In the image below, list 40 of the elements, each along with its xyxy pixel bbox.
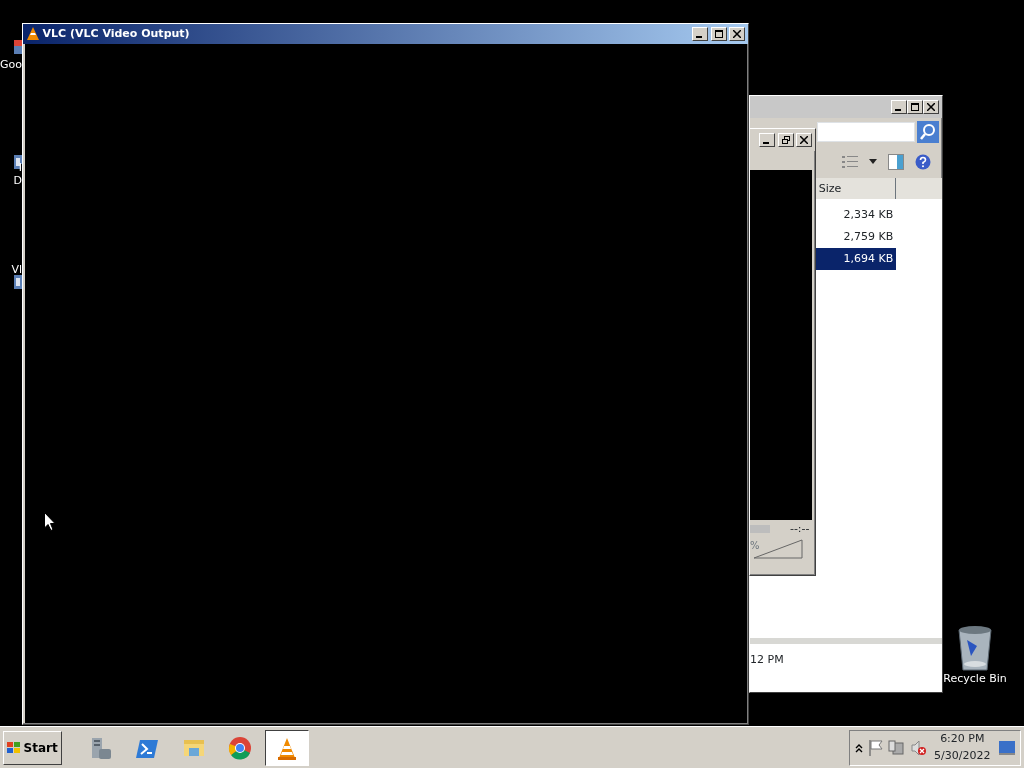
- window-title: VLC (VLC Video Output): [42, 25, 191, 42]
- volume-label: %: [750, 539, 760, 553]
- start-button[interactable]: Start: [2, 730, 62, 765]
- maximize-icon: [911, 103, 920, 111]
- icon-label: Goo: [0, 58, 22, 71]
- caret-icon[interactable]: [869, 159, 877, 164]
- minimize-button[interactable]: [691, 27, 708, 41]
- search-button[interactable]: [917, 120, 940, 143]
- icon-label: D: [13, 174, 22, 187]
- file-size-cell[interactable]: 2,759 KB: [816, 226, 896, 248]
- file-size-cell[interactable]: 2,334 KB: [816, 204, 896, 226]
- time-label: --:--: [789, 520, 810, 537]
- close-icon: [927, 103, 936, 111]
- icon-label: Vl: [11, 263, 22, 276]
- shortcut-icon: [14, 275, 22, 289]
- windows-logo-icon: [6, 741, 21, 754]
- taskbar-button[interactable]: [265, 729, 310, 766]
- help-icon[interactable]: [915, 153, 931, 170]
- show-desktop-icon[interactable]: [998, 740, 1015, 755]
- restore-icon: [781, 136, 790, 144]
- cone-icon: [25, 27, 40, 41]
- network-icon[interactable]: [888, 739, 905, 756]
- maximize-button[interactable]: [710, 27, 727, 41]
- close-icon: [733, 30, 742, 38]
- close-button[interactable]: [729, 27, 746, 41]
- maximize-icon: [714, 30, 723, 38]
- flag-icon[interactable]: [868, 739, 883, 756]
- details-text: 12 PM: [750, 653, 784, 666]
- preview-pane-icon[interactable]: [888, 153, 904, 170]
- close-icon: [800, 136, 809, 144]
- clock[interactable]: 6:20 PM 5/30/2022: [931, 731, 994, 764]
- recycle-bin-icon[interactable]: [955, 624, 995, 672]
- search-field[interactable]: [816, 121, 915, 142]
- icon-label: I: [18, 161, 22, 174]
- file-size-cell[interactable]: 1,694 KB: [816, 248, 896, 270]
- speaker-icon[interactable]: [909, 739, 926, 756]
- shortcut-icon: [14, 155, 22, 169]
- icon-label: Recycle Bin: [943, 672, 1007, 685]
- mouse-cursor-icon: [44, 512, 56, 531]
- chevron-up-icon[interactable]: [855, 742, 864, 753]
